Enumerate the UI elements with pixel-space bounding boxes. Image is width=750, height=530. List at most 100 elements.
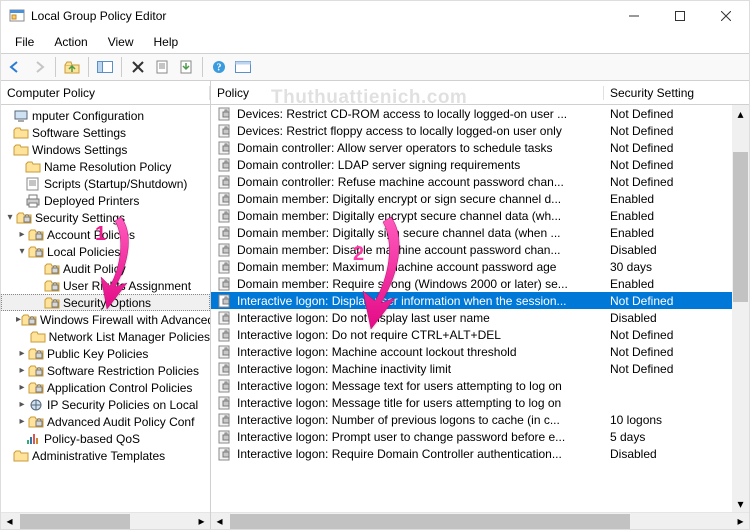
list-row[interactable]: Domain controller: LDAP server signing r… (211, 156, 749, 173)
policy-setting: Enabled (604, 192, 749, 206)
computer-icon (13, 108, 29, 124)
scroll-down-icon[interactable]: ▾ (732, 495, 749, 512)
list-row[interactable]: Domain controller: Allow server operator… (211, 139, 749, 156)
tree-header[interactable]: Computer Policy (1, 81, 210, 105)
list-row[interactable]: Interactive logon: Require Domain Contro… (211, 445, 749, 462)
tree-item[interactable]: ▾Local Policies (1, 243, 210, 260)
tree-item[interactable]: ▸Public Key Policies (1, 345, 210, 362)
up-button[interactable] (61, 56, 83, 78)
list-row[interactable]: Interactive logon: Machine inactivity li… (211, 360, 749, 377)
twisty-icon[interactable]: ▸ (16, 348, 28, 359)
list-row[interactable]: Domain member: Maximum machine account p… (211, 258, 749, 275)
tree-item[interactable]: Scripts (Startup/Shutdown) (1, 175, 210, 192)
list-hscrollbar[interactable]: ◂ ▸ (211, 512, 749, 529)
tree-item[interactable]: ▸Application Control Policies (1, 379, 210, 396)
tree-item[interactable]: mputer Configuration (1, 107, 210, 124)
list-row[interactable]: Interactive logon: Number of previous lo… (211, 411, 749, 428)
scroll-right-icon[interactable]: ▸ (732, 513, 749, 530)
tree-item[interactable]: Audit Policy (1, 260, 210, 277)
folder-icon (30, 329, 46, 345)
twisty-icon[interactable]: ▾ (4, 212, 16, 223)
policy-icon (217, 259, 233, 275)
policy-setting: Not Defined (604, 158, 749, 172)
list-row[interactable]: Domain member: Digitally encrypt secure … (211, 207, 749, 224)
twisty-icon[interactable]: ▸ (16, 365, 28, 376)
list-row[interactable]: Interactive logon: Display user informat… (211, 292, 749, 309)
scroll-right-icon[interactable]: ▸ (193, 513, 210, 530)
tree-item[interactable]: ▸Advanced Audit Policy Conf (1, 413, 210, 430)
tree-view[interactable]: mputer ConfigurationSoftware SettingsWin… (1, 105, 210, 512)
list-row[interactable]: Interactive logon: Do not display last u… (211, 309, 749, 326)
twisty-icon[interactable]: ▾ (16, 246, 28, 257)
secfolder-icon (44, 295, 60, 311)
help-button[interactable]: ? (208, 56, 230, 78)
list-row[interactable]: Interactive logon: Message title for use… (211, 394, 749, 411)
list-row[interactable]: Devices: Restrict CD-ROM access to local… (211, 105, 749, 122)
tree-item[interactable]: Software Settings (1, 124, 210, 141)
forward-button[interactable] (28, 56, 50, 78)
list-row[interactable]: Domain member: Digitally encrypt or sign… (211, 190, 749, 207)
list-row[interactable]: Interactive logon: Message text for user… (211, 377, 749, 394)
minimize-button[interactable] (611, 1, 657, 31)
folder-icon (25, 159, 41, 175)
list-row[interactable]: Interactive logon: Prompt user to change… (211, 428, 749, 445)
tree-item[interactable]: Windows Settings (1, 141, 210, 158)
secfolder-icon (28, 380, 44, 396)
secfolder-icon (28, 227, 44, 243)
policy-icon (217, 225, 233, 241)
tree-item[interactable]: User Rights Assignment (1, 277, 210, 294)
tree-item[interactable]: Security Options (1, 294, 210, 311)
scroll-thumb[interactable] (20, 514, 130, 529)
twisty-icon[interactable]: ▸ (16, 382, 28, 393)
menu-help[interactable]: Help (144, 33, 189, 51)
scroll-up-icon[interactable]: ▴ (732, 105, 749, 122)
list-row[interactable]: Domain member: Digitally sign secure cha… (211, 224, 749, 241)
policy-name: Interactive logon: Prompt user to change… (237, 430, 604, 444)
scroll-thumb[interactable] (230, 514, 630, 529)
list-row[interactable]: Domain member: Disable machine account p… (211, 241, 749, 258)
tree-item[interactable]: Network List Manager Policies (1, 328, 210, 345)
list-view[interactable]: Devices: Restrict CD-ROM access to local… (211, 105, 749, 512)
scroll-left-icon[interactable]: ◂ (211, 513, 228, 530)
policy-icon (217, 276, 233, 292)
menu-file[interactable]: File (5, 33, 44, 51)
show-hide-tree-button[interactable] (94, 56, 116, 78)
tree-item[interactable]: Name Resolution Policy (1, 158, 210, 175)
twisty-icon[interactable]: ▸ (16, 399, 28, 410)
list-vscrollbar[interactable]: ▴ ▾ (732, 105, 749, 512)
menu-action[interactable]: Action (44, 33, 97, 51)
list-row[interactable]: Domain member: Require strong (Windows 2… (211, 275, 749, 292)
scroll-thumb[interactable] (733, 152, 748, 302)
tree-item[interactable]: Policy-based QoS (1, 430, 210, 447)
filter-options-button[interactable] (232, 56, 254, 78)
col-setting[interactable]: Security Setting (604, 86, 749, 100)
maximize-button[interactable] (657, 1, 703, 31)
menu-view[interactable]: View (98, 33, 144, 51)
tree-item-label: User Rights Assignment (63, 279, 191, 293)
list-row[interactable]: Interactive logon: Do not require CTRL+A… (211, 326, 749, 343)
tree-item[interactable]: Deployed Printers (1, 192, 210, 209)
list-row[interactable]: Devices: Restrict floppy access to local… (211, 122, 749, 139)
twisty-icon[interactable]: ▸ (16, 416, 28, 427)
col-policy[interactable]: Policy (211, 86, 604, 100)
tree-item[interactable]: Administrative Templates (1, 447, 210, 464)
list-row[interactable]: Domain controller: Refuse machine accoun… (211, 173, 749, 190)
list-row[interactable]: Interactive logon: Machine account locko… (211, 343, 749, 360)
app-window: Local Group Policy Editor File Action Vi… (0, 0, 750, 530)
secfolder-icon (21, 312, 37, 328)
tree-item[interactable]: ▸Software Restriction Policies (1, 362, 210, 379)
scroll-left-icon[interactable]: ◂ (1, 513, 18, 530)
properties-button[interactable] (151, 56, 173, 78)
twisty-icon[interactable]: ▸ (16, 229, 28, 240)
close-button[interactable] (703, 1, 749, 31)
tree-item[interactable]: ▸Windows Firewall with Advanced (1, 311, 210, 328)
delete-button[interactable] (127, 56, 149, 78)
policy-setting: Not Defined (604, 107, 749, 121)
tree-item[interactable]: ▾Security Settings (1, 209, 210, 226)
back-button[interactable] (4, 56, 26, 78)
export-list-button[interactable] (175, 56, 197, 78)
secfolder-icon (16, 210, 32, 226)
tree-item[interactable]: ▸IP Security Policies on Local (1, 396, 210, 413)
tree-item[interactable]: ▸Account Policies (1, 226, 210, 243)
tree-hscrollbar[interactable]: ◂ ▸ (1, 512, 210, 529)
